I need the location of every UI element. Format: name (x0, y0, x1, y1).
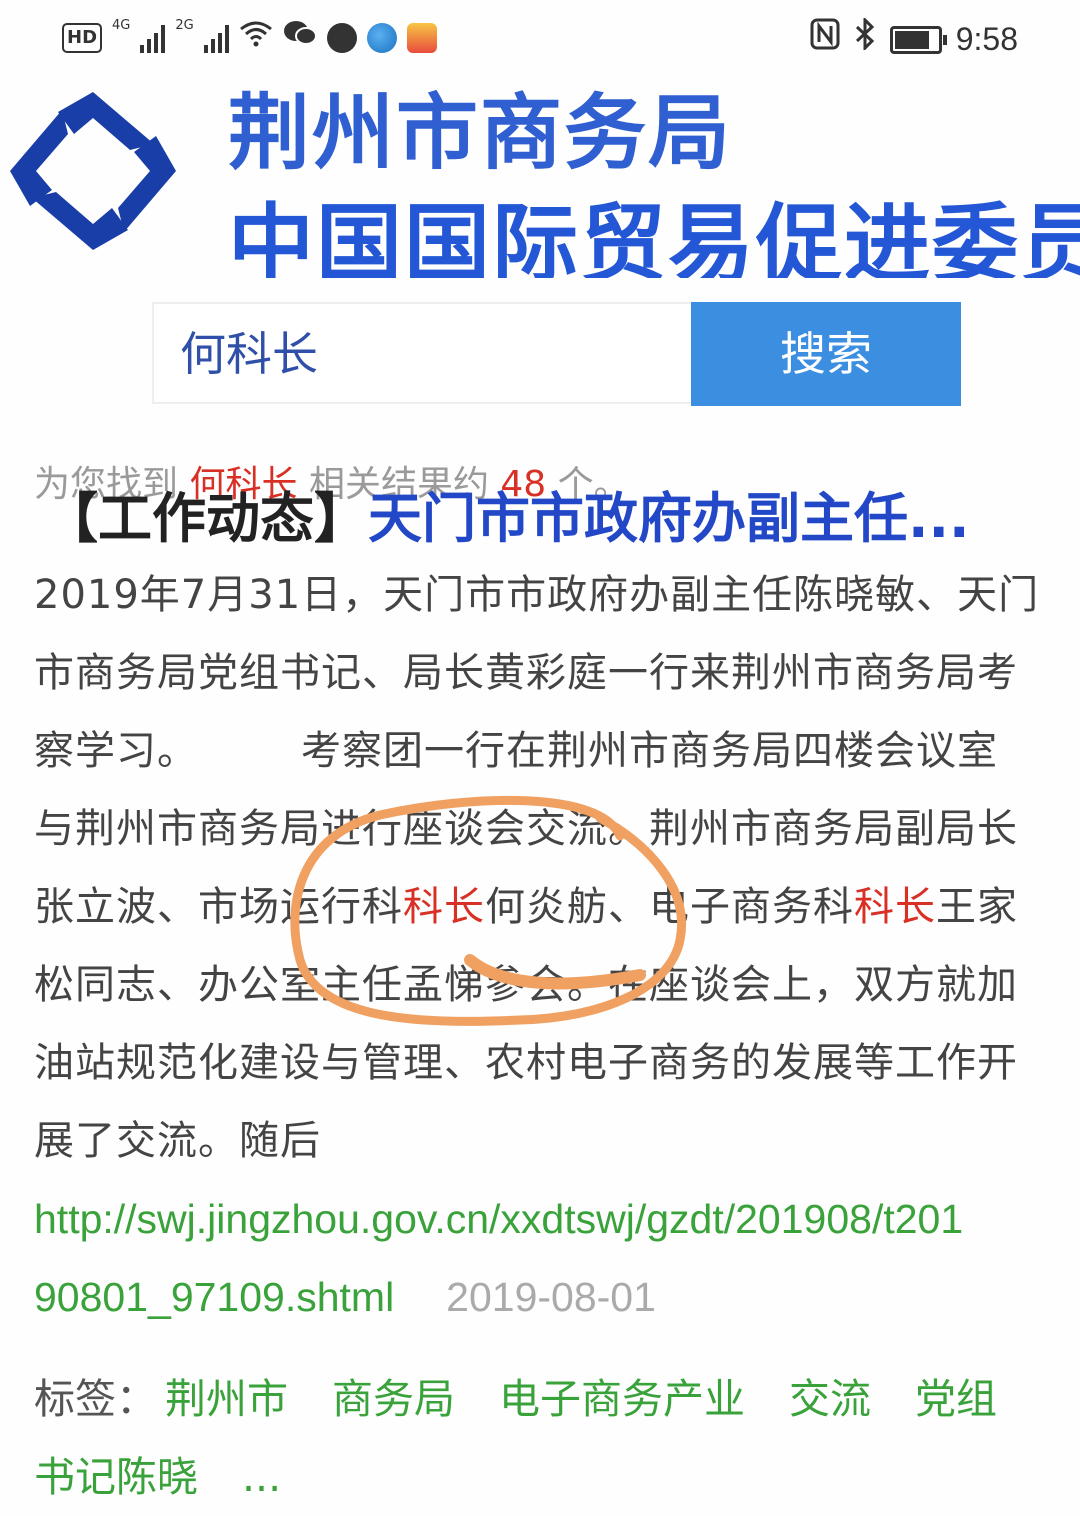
tv-app-notification-icon (406, 23, 437, 53)
site-banner[interactable]: 荆州市商务局 中国国际贸易促进委员 (0, 78, 1080, 278)
snippet-text: 王家 (936, 884, 1018, 930)
sim2-signal-icon (203, 23, 229, 53)
snippet-line: 张立波、市场运行科科长何炎舫、电子商务科科长王家 (34, 868, 1054, 946)
tag-link[interactable]: 书记陈晓 (34, 1453, 198, 1501)
snippet-line: 市商务局党组书记、局长黄彩庭一行来荆州市商务局考 (34, 634, 1054, 712)
sim1-signal-icon (140, 23, 166, 53)
nfc-icon (810, 18, 840, 61)
banner-subtitle: 中国国际贸易促进委员 (228, 195, 1080, 278)
search-input[interactable]: 何科长 (152, 302, 692, 404)
snippet-text: 2019年7月31日，天门市市政府办副主任陈晓敏、天门 (34, 572, 1040, 618)
snippet-line: 展了交流。随后 (34, 1102, 1054, 1180)
result-tags: 标签： 荆州市 商务局 电子商务产业 交流 党组 书记陈晓... (34, 1360, 1041, 1516)
bluetooth-icon (854, 16, 876, 61)
sim1-network-tag: 4G (112, 18, 131, 33)
result-snippet: 2019年7月31日，天门市市政府办副主任陈晓敏、天门 市商务局党组书记、局长黄彩… (34, 556, 1054, 1180)
snippet-line: 油站规范化建设与管理、农村电子商务的发展等工作开 (34, 1024, 1054, 1102)
snippet-text: 察学习。 考察团一行在荆州市商务局四楼会议室 (34, 728, 998, 774)
result-title: 天门市市政府办副主任... (368, 487, 970, 550)
tag-link[interactable]: 荆州市 (165, 1375, 288, 1423)
keyword-highlight: 科长 (403, 884, 485, 930)
keyword-highlight: 科长 (854, 884, 936, 930)
banner-title: 荆州市商务局 (228, 86, 733, 181)
tag-link[interactable]: 电子商务产业 (499, 1375, 745, 1423)
app-notification-icon (326, 23, 357, 53)
snippet-text: 何炎舫、电子商务科 (485, 884, 854, 930)
snippet-text: 市商务局党组书记、局长黄彩庭一行来荆州市商务局考 (34, 650, 1018, 696)
status-right-icons: 9:58 (810, 16, 1018, 61)
result-url-line[interactable]: 90801_97109.shtml (34, 1274, 394, 1320)
snippet-text: 油站规范化建设与管理、农村电子商务的发展等工作开 (34, 1040, 1018, 1086)
result-category: 【工作动态】 (44, 487, 368, 550)
result-url[interactable]: http://swj.jingzhou.gov.cn/xxdtswj/gzdt/… (34, 1180, 963, 1336)
site-logo-icon (10, 92, 176, 250)
wechat-icon (283, 18, 317, 58)
snippet-text: 展了交流。随后 (34, 1118, 321, 1164)
sim2-network-tag: 2G (175, 18, 194, 33)
snippet-text: 与荆州市商务局进行座谈会交流。荆州市商务局副局长 (34, 806, 1018, 852)
browser-notification-icon (366, 23, 397, 53)
snippet-text: 松同志、办公室主任孟悌參会。在座谈会上，双方就加 (34, 962, 1018, 1008)
snippet-text: 张立波、市场运行科 (34, 884, 403, 930)
battery-icon (889, 25, 947, 54)
snippet-line: 与荆州市商务局进行座谈会交流。荆州市商务局副局长 (34, 790, 1054, 868)
tag-link[interactable]: 商务局 (332, 1375, 455, 1423)
wifi-icon (239, 18, 273, 58)
status-left-icons: HD 4G 2G (62, 18, 437, 58)
search-button[interactable]: 搜索 (691, 302, 961, 406)
snippet-line: 察学习。 考察团一行在荆州市商务局四楼会议室 (34, 712, 1054, 790)
hd-icon: HD (62, 23, 103, 53)
tag-link[interactable]: 交流 (789, 1375, 871, 1423)
result-date: 2019-08-01 (446, 1274, 656, 1320)
tag-link[interactable]: 党组 (915, 1375, 997, 1423)
result-title-link[interactable]: 【工作动态】天门市市政府办副主任... (44, 474, 970, 553)
snippet-line: 松同志、办公室主任孟悌參会。在座谈会上，双方就加 (34, 946, 1054, 1024)
snippet-line: 2019年7月31日，天门市市政府办副主任陈晓敏、天门 (34, 556, 1054, 634)
more-tags-link[interactable]: ... (242, 1453, 281, 1501)
result-url-line[interactable]: http://swj.jingzhou.gov.cn/xxdtswj/gzdt/… (34, 1180, 963, 1258)
status-bar: HD 4G 2G 9:58 (0, 0, 1080, 78)
tags-label: 标签： (34, 1375, 157, 1423)
clock: 9:58 (955, 21, 1018, 57)
